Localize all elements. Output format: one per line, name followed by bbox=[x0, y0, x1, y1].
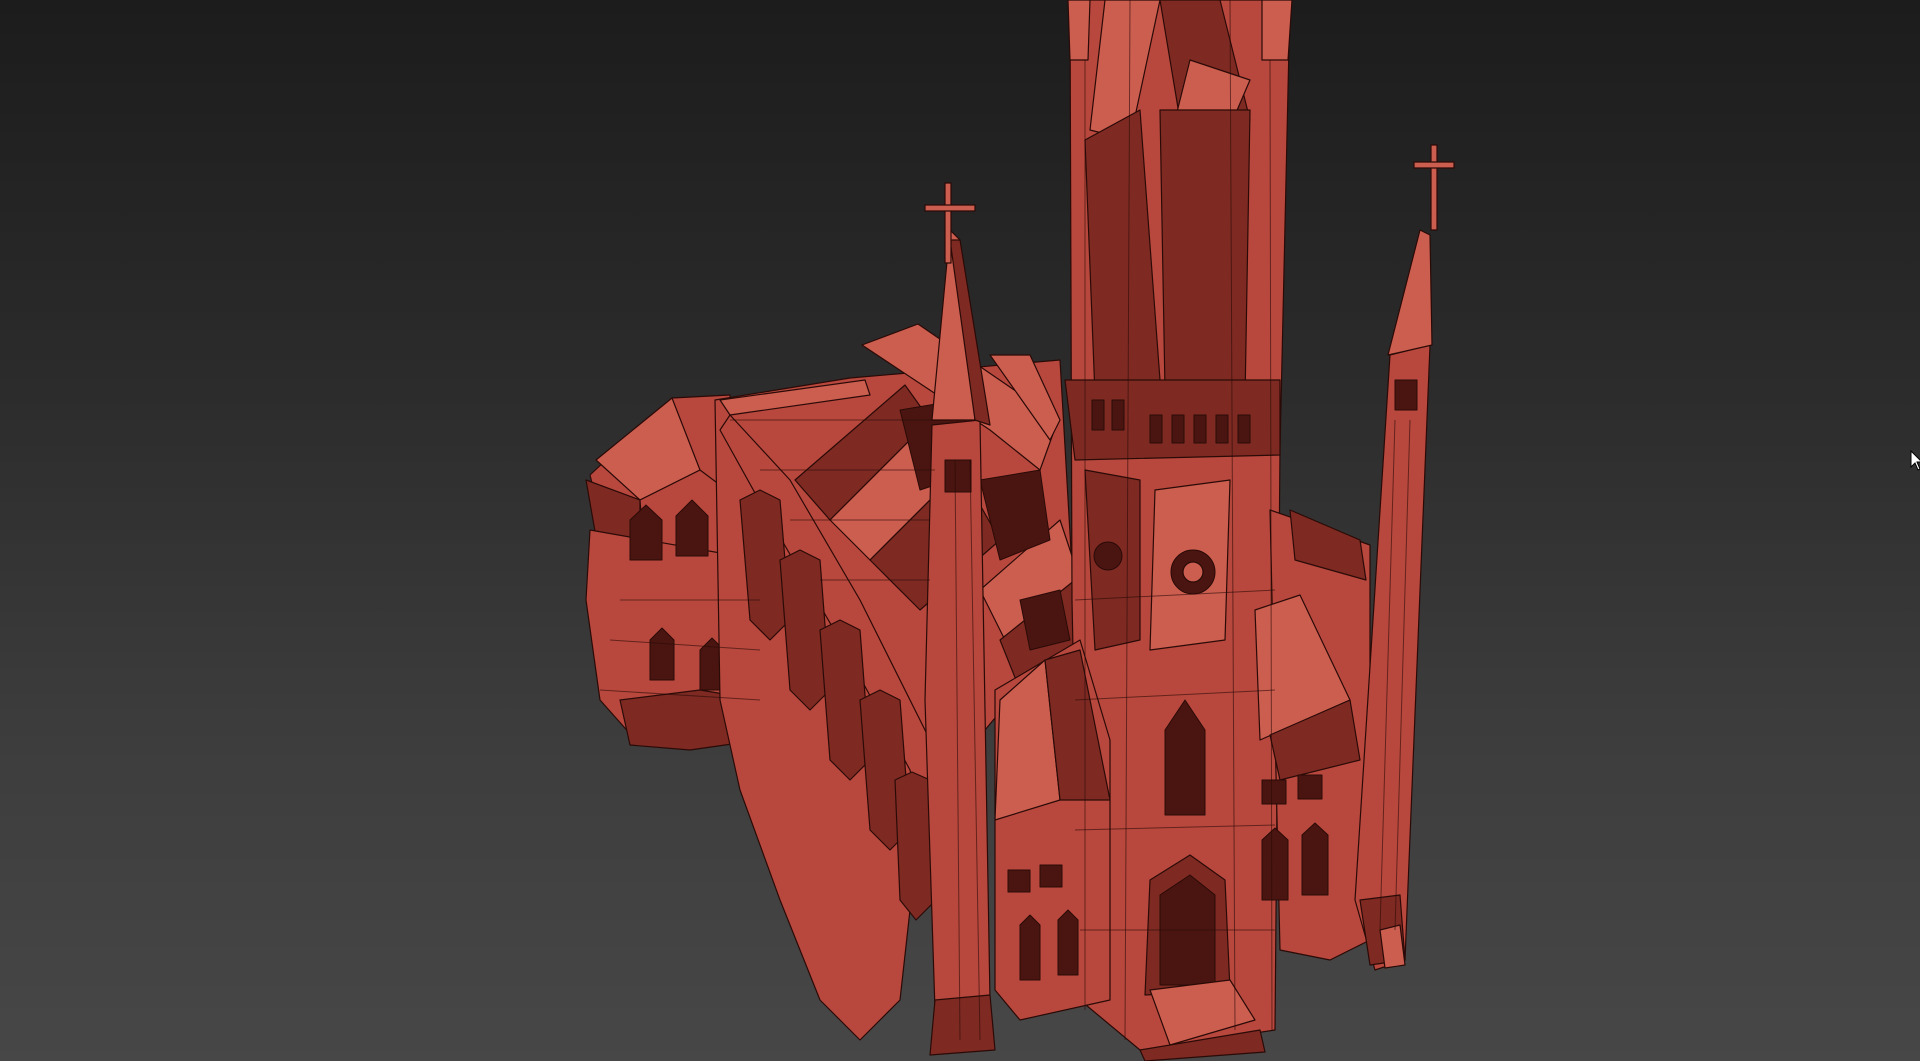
right-wing bbox=[1254, 509, 1371, 961]
cathedral-wireframe-model[interactable] bbox=[0, 0, 1920, 1061]
3d-viewport[interactable] bbox=[0, 0, 1920, 1061]
arrow-cursor-icon bbox=[1910, 450, 1920, 471]
